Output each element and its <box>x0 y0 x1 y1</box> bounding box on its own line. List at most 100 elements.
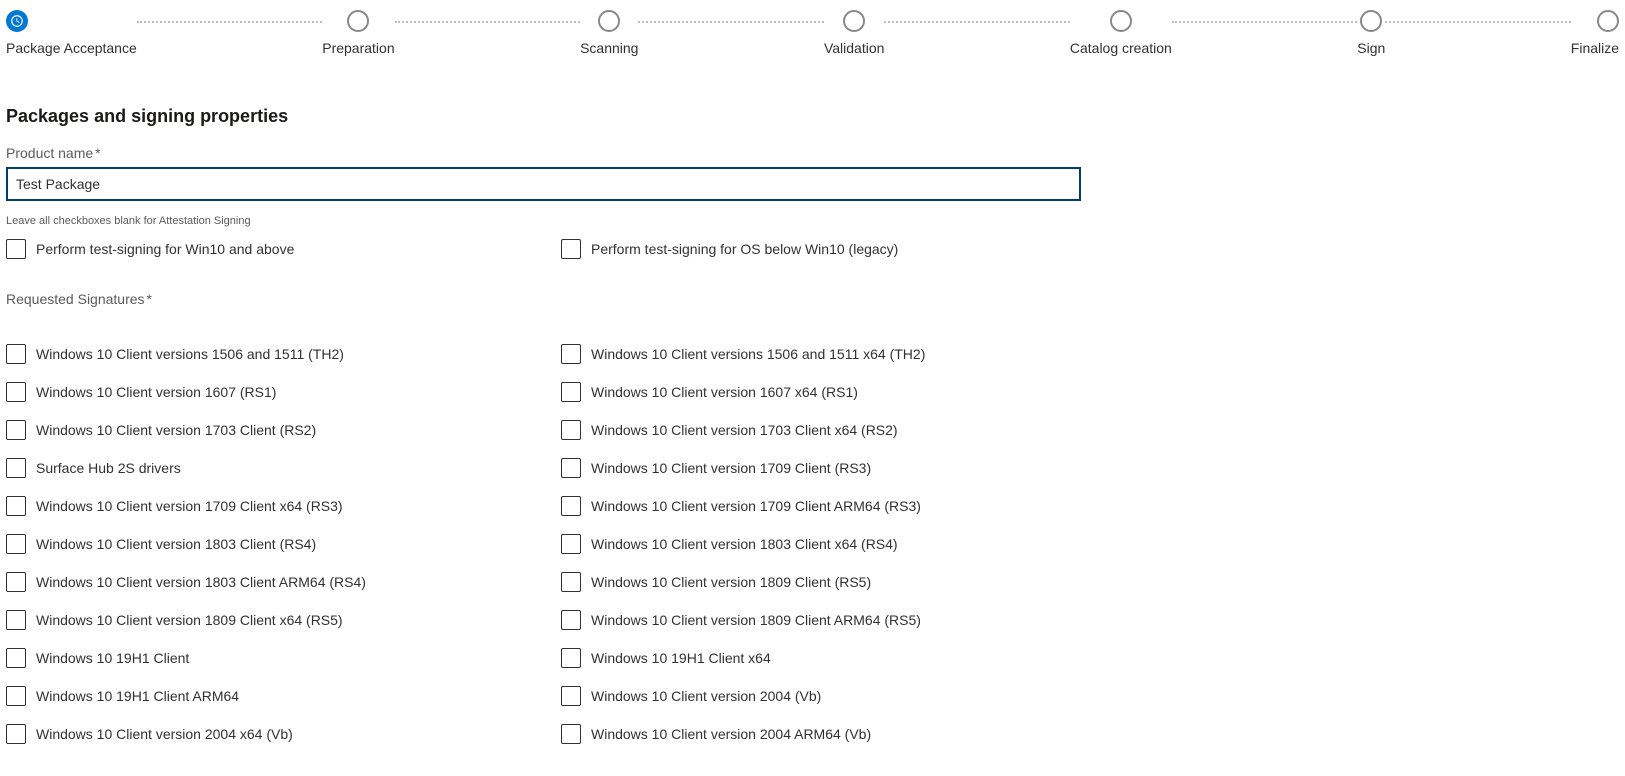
checkbox-label: Windows 10 Client version 1809 Client (R… <box>591 574 871 590</box>
checkbox-label: Windows 10 19H1 Client x64 <box>591 650 771 666</box>
checkbox-icon <box>561 382 581 402</box>
form-area: Packages and signing properties Product … <box>0 56 1082 759</box>
checkbox-icon <box>6 724 26 744</box>
checkbox-label: Perform test-signing for OS below Win10 … <box>591 241 898 257</box>
step-circle-icon <box>598 10 620 32</box>
checkbox-icon <box>561 239 581 259</box>
attestation-hint: Leave all checkboxes blank for Attestati… <box>6 215 1076 227</box>
checkbox-test-sign-win10[interactable]: Perform test-signing for Win10 and above <box>6 237 521 261</box>
step-label: Sign <box>1357 40 1385 56</box>
checkbox-label: Windows 10 Client version 2004 x64 (Vb) <box>36 726 293 742</box>
signature-option[interactable]: Windows 10 Client version 1703 Client x6… <box>561 411 1076 449</box>
checkbox-label: Windows 10 Client version 1809 Client x6… <box>36 612 343 628</box>
checkbox-label: Windows 10 19H1 Client ARM64 <box>36 688 239 704</box>
step-catalog-creation[interactable]: Catalog creation <box>1070 10 1172 56</box>
signature-option[interactable]: Windows 10 Client version 2004 x64 (Vb) <box>6 715 521 753</box>
step-circle-icon <box>1360 10 1382 32</box>
label-text: Product name <box>6 145 93 161</box>
step-sign[interactable]: Sign <box>1357 10 1385 56</box>
checkbox-label: Windows 10 19H1 Client <box>36 650 189 666</box>
signature-option[interactable]: Windows 10 Client version 1809 Client (R… <box>561 563 1076 601</box>
signature-option[interactable]: Windows 10 Client version 1709 Client AR… <box>561 487 1076 525</box>
step-preparation[interactable]: Preparation <box>322 10 394 56</box>
checkbox-icon <box>561 458 581 478</box>
signature-option[interactable]: Windows 10 Client version 1607 (RS1) <box>6 373 521 411</box>
checkbox-icon <box>561 572 581 592</box>
clock-icon <box>6 10 28 32</box>
signature-option[interactable]: Windows 10 Client version 1703 Client (R… <box>6 411 521 449</box>
step-package-acceptance[interactable]: Package Acceptance <box>6 10 137 56</box>
signature-option[interactable]: Windows 10 Client version 1809 Client x6… <box>6 601 521 639</box>
step-connector <box>884 21 1069 23</box>
signatures-grid: Windows 10 Client versions 1506 and 1511… <box>6 335 1076 753</box>
signature-option[interactable]: Windows 10 Client version 1803 Client (R… <box>6 525 521 563</box>
requested-signatures-label: Requested Signatures* <box>6 291 1076 307</box>
checkbox-label: Windows 10 Client version 1803 Client (R… <box>36 536 316 552</box>
wizard-stepper: Package Acceptance Preparation Scanning … <box>0 0 1625 56</box>
checkbox-icon <box>6 572 26 592</box>
checkbox-icon <box>6 534 26 554</box>
signature-option[interactable]: Surface Hub 2S drivers <box>6 449 521 487</box>
checkbox-label: Windows 10 Client version 1703 Client (R… <box>36 422 316 438</box>
step-scanning[interactable]: Scanning <box>580 10 638 56</box>
checkbox-icon <box>6 610 26 630</box>
step-label: Catalog creation <box>1070 40 1172 56</box>
step-validation[interactable]: Validation <box>824 10 884 56</box>
required-mark: * <box>147 291 152 307</box>
checkbox-icon <box>561 420 581 440</box>
checkbox-label: Windows 10 Client versions 1506 and 1511… <box>591 346 925 362</box>
signature-option[interactable]: Windows 10 Client versions 1506 and 1511… <box>6 335 521 373</box>
step-circle-icon <box>1597 10 1619 32</box>
checkbox-label: Windows 10 Client version 1709 Client AR… <box>591 498 921 514</box>
label-text: Requested Signatures <box>6 291 145 307</box>
product-name-input[interactable] <box>6 167 1081 201</box>
signature-option[interactable]: Windows 10 Client version 2004 (Vb) <box>561 677 1076 715</box>
checkbox-icon <box>561 344 581 364</box>
checkbox-icon <box>6 382 26 402</box>
signature-option[interactable]: Windows 10 Client version 1803 Client x6… <box>561 525 1076 563</box>
checkbox-label: Windows 10 Client version 1709 Client (R… <box>591 460 871 476</box>
checkbox-icon <box>561 648 581 668</box>
signature-option[interactable]: Windows 10 19H1 Client x64 <box>561 639 1076 677</box>
step-label: Finalize <box>1571 40 1619 56</box>
checkbox-icon <box>561 724 581 744</box>
step-label: Preparation <box>322 40 394 56</box>
signature-option[interactable]: Windows 10 Client version 2004 ARM64 (Vb… <box>561 715 1076 753</box>
step-finalize[interactable]: Finalize <box>1571 10 1619 56</box>
step-label: Scanning <box>580 40 638 56</box>
checkbox-icon <box>561 686 581 706</box>
checkbox-label: Windows 10 Client version 1803 Client x6… <box>591 536 898 552</box>
checkbox-icon <box>6 686 26 706</box>
checkbox-icon <box>561 496 581 516</box>
checkbox-label: Perform test-signing for Win10 and above <box>36 241 294 257</box>
checkbox-label: Windows 10 Client version 1607 (RS1) <box>36 384 276 400</box>
signatures-column-right: Windows 10 Client versions 1506 and 1511… <box>561 335 1076 753</box>
checkbox-label: Windows 10 Client version 1803 Client AR… <box>36 574 366 590</box>
signature-option[interactable]: Windows 10 Client version 1809 Client AR… <box>561 601 1076 639</box>
signature-option[interactable]: Windows 10 19H1 Client ARM64 <box>6 677 521 715</box>
signature-option[interactable]: Windows 10 Client version 1709 Client x6… <box>6 487 521 525</box>
checkbox-label: Windows 10 Client version 1809 Client AR… <box>591 612 921 628</box>
step-label: Package Acceptance <box>6 40 137 56</box>
checkbox-icon <box>561 534 581 554</box>
checkbox-label: Windows 10 Client versions 1506 and 1511… <box>36 346 344 362</box>
signatures-column-left: Windows 10 Client versions 1506 and 1511… <box>6 335 521 753</box>
checkbox-label: Windows 10 Client version 1709 Client x6… <box>36 498 343 514</box>
signature-option[interactable]: Windows 10 Client version 1709 Client (R… <box>561 449 1076 487</box>
required-mark: * <box>95 145 100 161</box>
checkbox-icon <box>6 648 26 668</box>
signature-option[interactable]: Windows 10 Client version 1607 x64 (RS1) <box>561 373 1076 411</box>
step-connector <box>638 21 823 23</box>
checkbox-label: Windows 10 Client version 1703 Client x6… <box>591 422 898 438</box>
step-circle-icon <box>347 10 369 32</box>
checkbox-label: Windows 10 Client version 2004 (Vb) <box>591 688 821 704</box>
signature-option[interactable]: Windows 10 19H1 Client <box>6 639 521 677</box>
checkbox-icon <box>6 344 26 364</box>
step-circle-icon <box>843 10 865 32</box>
checkbox-test-sign-legacy[interactable]: Perform test-signing for OS below Win10 … <box>561 237 1076 261</box>
signature-option[interactable]: Windows 10 Client versions 1506 and 1511… <box>561 335 1076 373</box>
checkbox-icon <box>6 420 26 440</box>
signature-option[interactable]: Windows 10 Client version 1803 Client AR… <box>6 563 521 601</box>
step-label: Validation <box>824 40 884 56</box>
step-connector <box>395 21 580 23</box>
